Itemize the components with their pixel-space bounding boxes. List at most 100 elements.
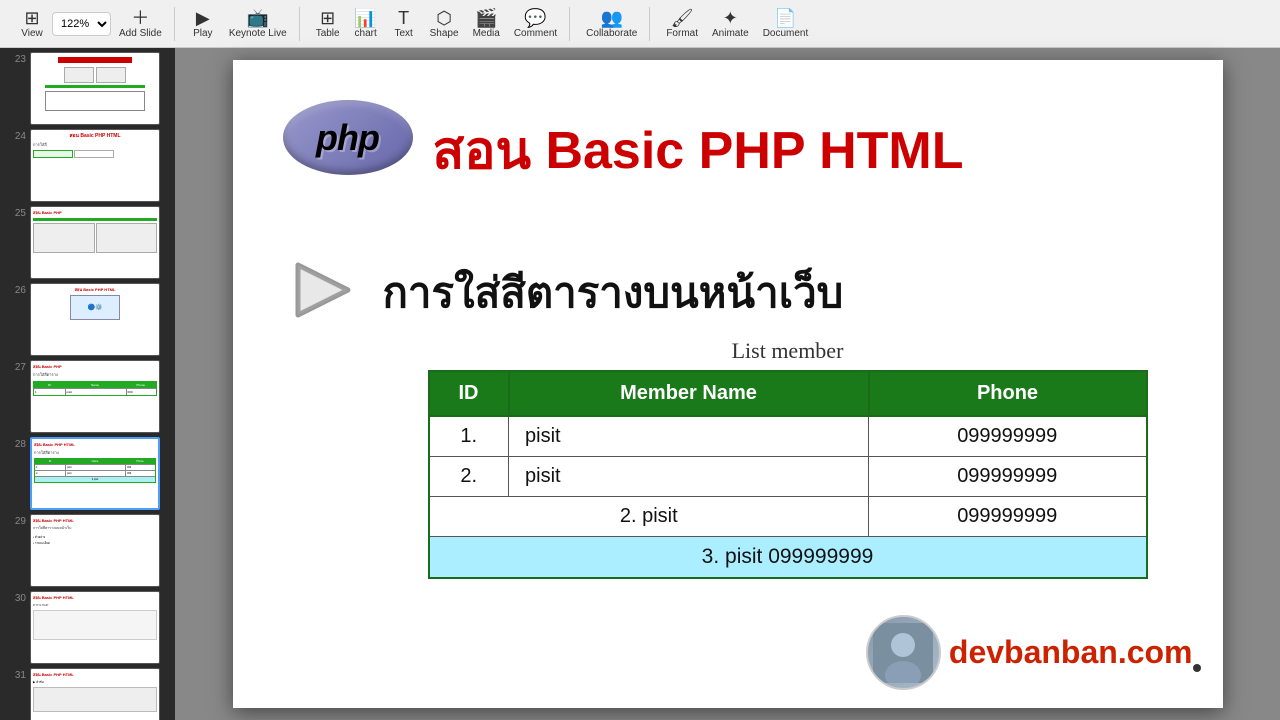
cell-id-2: 2. xyxy=(429,457,509,497)
slide-thumb-26[interactable]: 26 สอน Basic PHP HTML 🔵⚙️ xyxy=(4,283,171,356)
slide-num-30: 30 xyxy=(4,591,26,604)
slide-title: สอน Basic PHP HTML xyxy=(433,108,964,191)
table-header-row: ID Member Name Phone xyxy=(429,371,1147,416)
collaborate-button[interactable]: 👥 Collaborate xyxy=(580,7,643,41)
comment-button[interactable]: 💬 Comment xyxy=(508,7,563,41)
animate-button[interactable]: ✦ Animate xyxy=(706,7,755,41)
php-logo: php xyxy=(283,100,413,175)
member-table: ID Member Name Phone 1. pisit 099999999 … xyxy=(428,370,1148,579)
table-icon: ⊞ xyxy=(320,9,335,27)
slide-preview-30: สอน Basic PHP HTML ตาราง PHP xyxy=(30,591,160,664)
domain-text: devbanban.com xyxy=(949,634,1193,671)
collaborate-label: Collaborate xyxy=(586,28,637,39)
cell-name-2: pisit xyxy=(509,457,869,497)
add-slide-button[interactable]: ＋ Add Slide xyxy=(113,7,168,41)
slide-preview-24: สอน Basic PHP HTML การใส่สี xyxy=(30,129,160,202)
keynote-live-button[interactable]: 📺 Keynote Live xyxy=(223,7,293,41)
table-row: 1. pisit 099999999 xyxy=(429,416,1147,457)
animate-label: Animate xyxy=(712,28,749,39)
slide-num-27: 27 xyxy=(4,360,26,373)
insert-group: ⊞ Table 📊 chart T Text ⬡ Shape 🎬 Media 💬… xyxy=(304,7,571,41)
slide-thumb-31[interactable]: 31 สอน Basic PHP HTML ▶ หัวข้อ xyxy=(4,668,171,720)
play-icon: ▶ xyxy=(196,9,210,27)
animate-icon: ✦ xyxy=(723,9,738,27)
table-row-merge: 2. pisit 099999999 xyxy=(429,497,1147,537)
slide-thumb-23[interactable]: 23 xyxy=(4,52,171,125)
slide-panel: 23 24 สอน Basic PHP HTML การใส่สี xyxy=(0,48,175,720)
slide-num-26: 26 xyxy=(4,283,26,296)
slide-thumb-29[interactable]: 29 สอน Basic PHP HTML การใส่สีตารางบนหน้… xyxy=(4,514,171,587)
collaborate-icon: 👥 xyxy=(601,9,623,27)
document-label: Document xyxy=(763,28,809,39)
slide-num-29: 29 xyxy=(4,514,26,527)
table-label: Table xyxy=(316,28,340,39)
table-button[interactable]: ⊞ Table xyxy=(310,7,346,41)
shape-button[interactable]: ⬡ Shape xyxy=(424,7,465,41)
cell-merge-phone: 099999999 xyxy=(869,497,1147,537)
avatar-section: devbanban.com xyxy=(866,615,1193,690)
th-name: Member Name xyxy=(509,371,869,416)
table-row-cyan: 3. pisit 099999999 xyxy=(429,537,1147,579)
slide-canvas: php สอน Basic PHP HTML การใส่สีตารางบนหน… xyxy=(233,60,1223,708)
cursor xyxy=(1193,664,1201,672)
media-icon: 🎬 xyxy=(475,9,497,27)
slide-preview-29: สอน Basic PHP HTML การใส่สีตารางบนหน้าเว… xyxy=(30,514,160,587)
slide-num-24: 24 xyxy=(4,129,26,142)
add-slide-icon: ＋ xyxy=(131,9,149,27)
section-heading: การใส่สีตารางบนหน้าเว็บ xyxy=(383,260,844,326)
shape-label: Shape xyxy=(430,28,459,39)
arrow-icon xyxy=(288,255,358,325)
media-label: Media xyxy=(473,28,500,39)
media-button[interactable]: 🎬 Media xyxy=(467,7,506,41)
cell-id-1: 1. xyxy=(429,416,509,457)
text-button[interactable]: T Text xyxy=(386,7,422,41)
content-area: php สอน Basic PHP HTML การใส่สีตารางบนหน… xyxy=(175,48,1280,720)
view-label: View xyxy=(21,28,43,39)
document-icon: 📄 xyxy=(774,9,796,27)
slide-preview-25: สอน Basic PHP xyxy=(30,206,160,279)
slide-num-23: 23 xyxy=(4,52,26,65)
slide-thumb-30[interactable]: 30 สอน Basic PHP HTML ตาราง PHP xyxy=(4,591,171,664)
play-button[interactable]: ▶ Play xyxy=(185,7,221,41)
slide-preview-28: สอน Basic PHP HTML การใส่สีตาราง ID Name… xyxy=(30,437,160,510)
format-label: Format xyxy=(666,28,698,39)
view-icon: ⊞ xyxy=(24,9,39,27)
add-slide-label: Add Slide xyxy=(119,28,162,39)
document-button[interactable]: 📄 Document xyxy=(757,7,815,41)
cell-phone-1: 099999999 xyxy=(869,416,1147,457)
slide-preview-31: สอน Basic PHP HTML ▶ หัวข้อ xyxy=(30,668,160,720)
slide-num-25: 25 xyxy=(4,206,26,219)
slide-thumb-24[interactable]: 24 สอน Basic PHP HTML การใส่สี xyxy=(4,129,171,202)
slide-thumb-25[interactable]: 25 สอน Basic PHP xyxy=(4,206,171,279)
slide-thumb-28[interactable]: 28 สอน Basic PHP HTML การใส่สีตาราง ID N… xyxy=(4,437,171,510)
list-member-title: List member xyxy=(428,338,1148,364)
shape-icon: ⬡ xyxy=(436,9,452,27)
keynote-live-label: Keynote Live xyxy=(229,28,287,39)
php-logo-text: php xyxy=(316,117,379,159)
view-button[interactable]: ⊞ View xyxy=(14,7,50,41)
keynote-live-icon: 📺 xyxy=(247,9,269,27)
th-phone: Phone xyxy=(869,371,1147,416)
cell-merge-name: 2. pisit xyxy=(429,497,869,537)
zoom-select[interactable]: 122% xyxy=(52,12,111,36)
format-button[interactable]: 🖌 Format xyxy=(660,7,704,41)
cell-name-1: pisit xyxy=(509,416,869,457)
chart-icon: 📊 xyxy=(354,9,376,27)
view-group: ⊞ View 122% ＋ Add Slide xyxy=(8,7,175,41)
slide-num-28: 28 xyxy=(4,437,26,450)
table-section: List member ID Member Name Phone 1. pisi… xyxy=(428,338,1148,579)
play-label: Play xyxy=(193,28,212,39)
php-ellipse: php xyxy=(283,100,413,175)
text-icon: T xyxy=(398,9,409,27)
comment-label: Comment xyxy=(514,28,557,39)
th-id: ID xyxy=(429,371,509,416)
slide-thumb-27[interactable]: 27 สอน Basic PHP การใส่สีตาราง ID Name P… xyxy=(4,360,171,433)
slide-num-31: 31 xyxy=(4,668,26,681)
view-options-group: 🖌 Format ✦ Animate 📄 Document xyxy=(654,7,820,41)
playback-group: ▶ Play 📺 Keynote Live xyxy=(179,7,300,41)
cell-phone-2: 099999999 xyxy=(869,457,1147,497)
cell-cyan-full: 3. pisit 099999999 xyxy=(429,537,1147,579)
slide-preview-23 xyxy=(30,52,160,125)
slide-preview-26: สอน Basic PHP HTML 🔵⚙️ xyxy=(30,283,160,356)
chart-button[interactable]: 📊 chart xyxy=(348,7,384,41)
